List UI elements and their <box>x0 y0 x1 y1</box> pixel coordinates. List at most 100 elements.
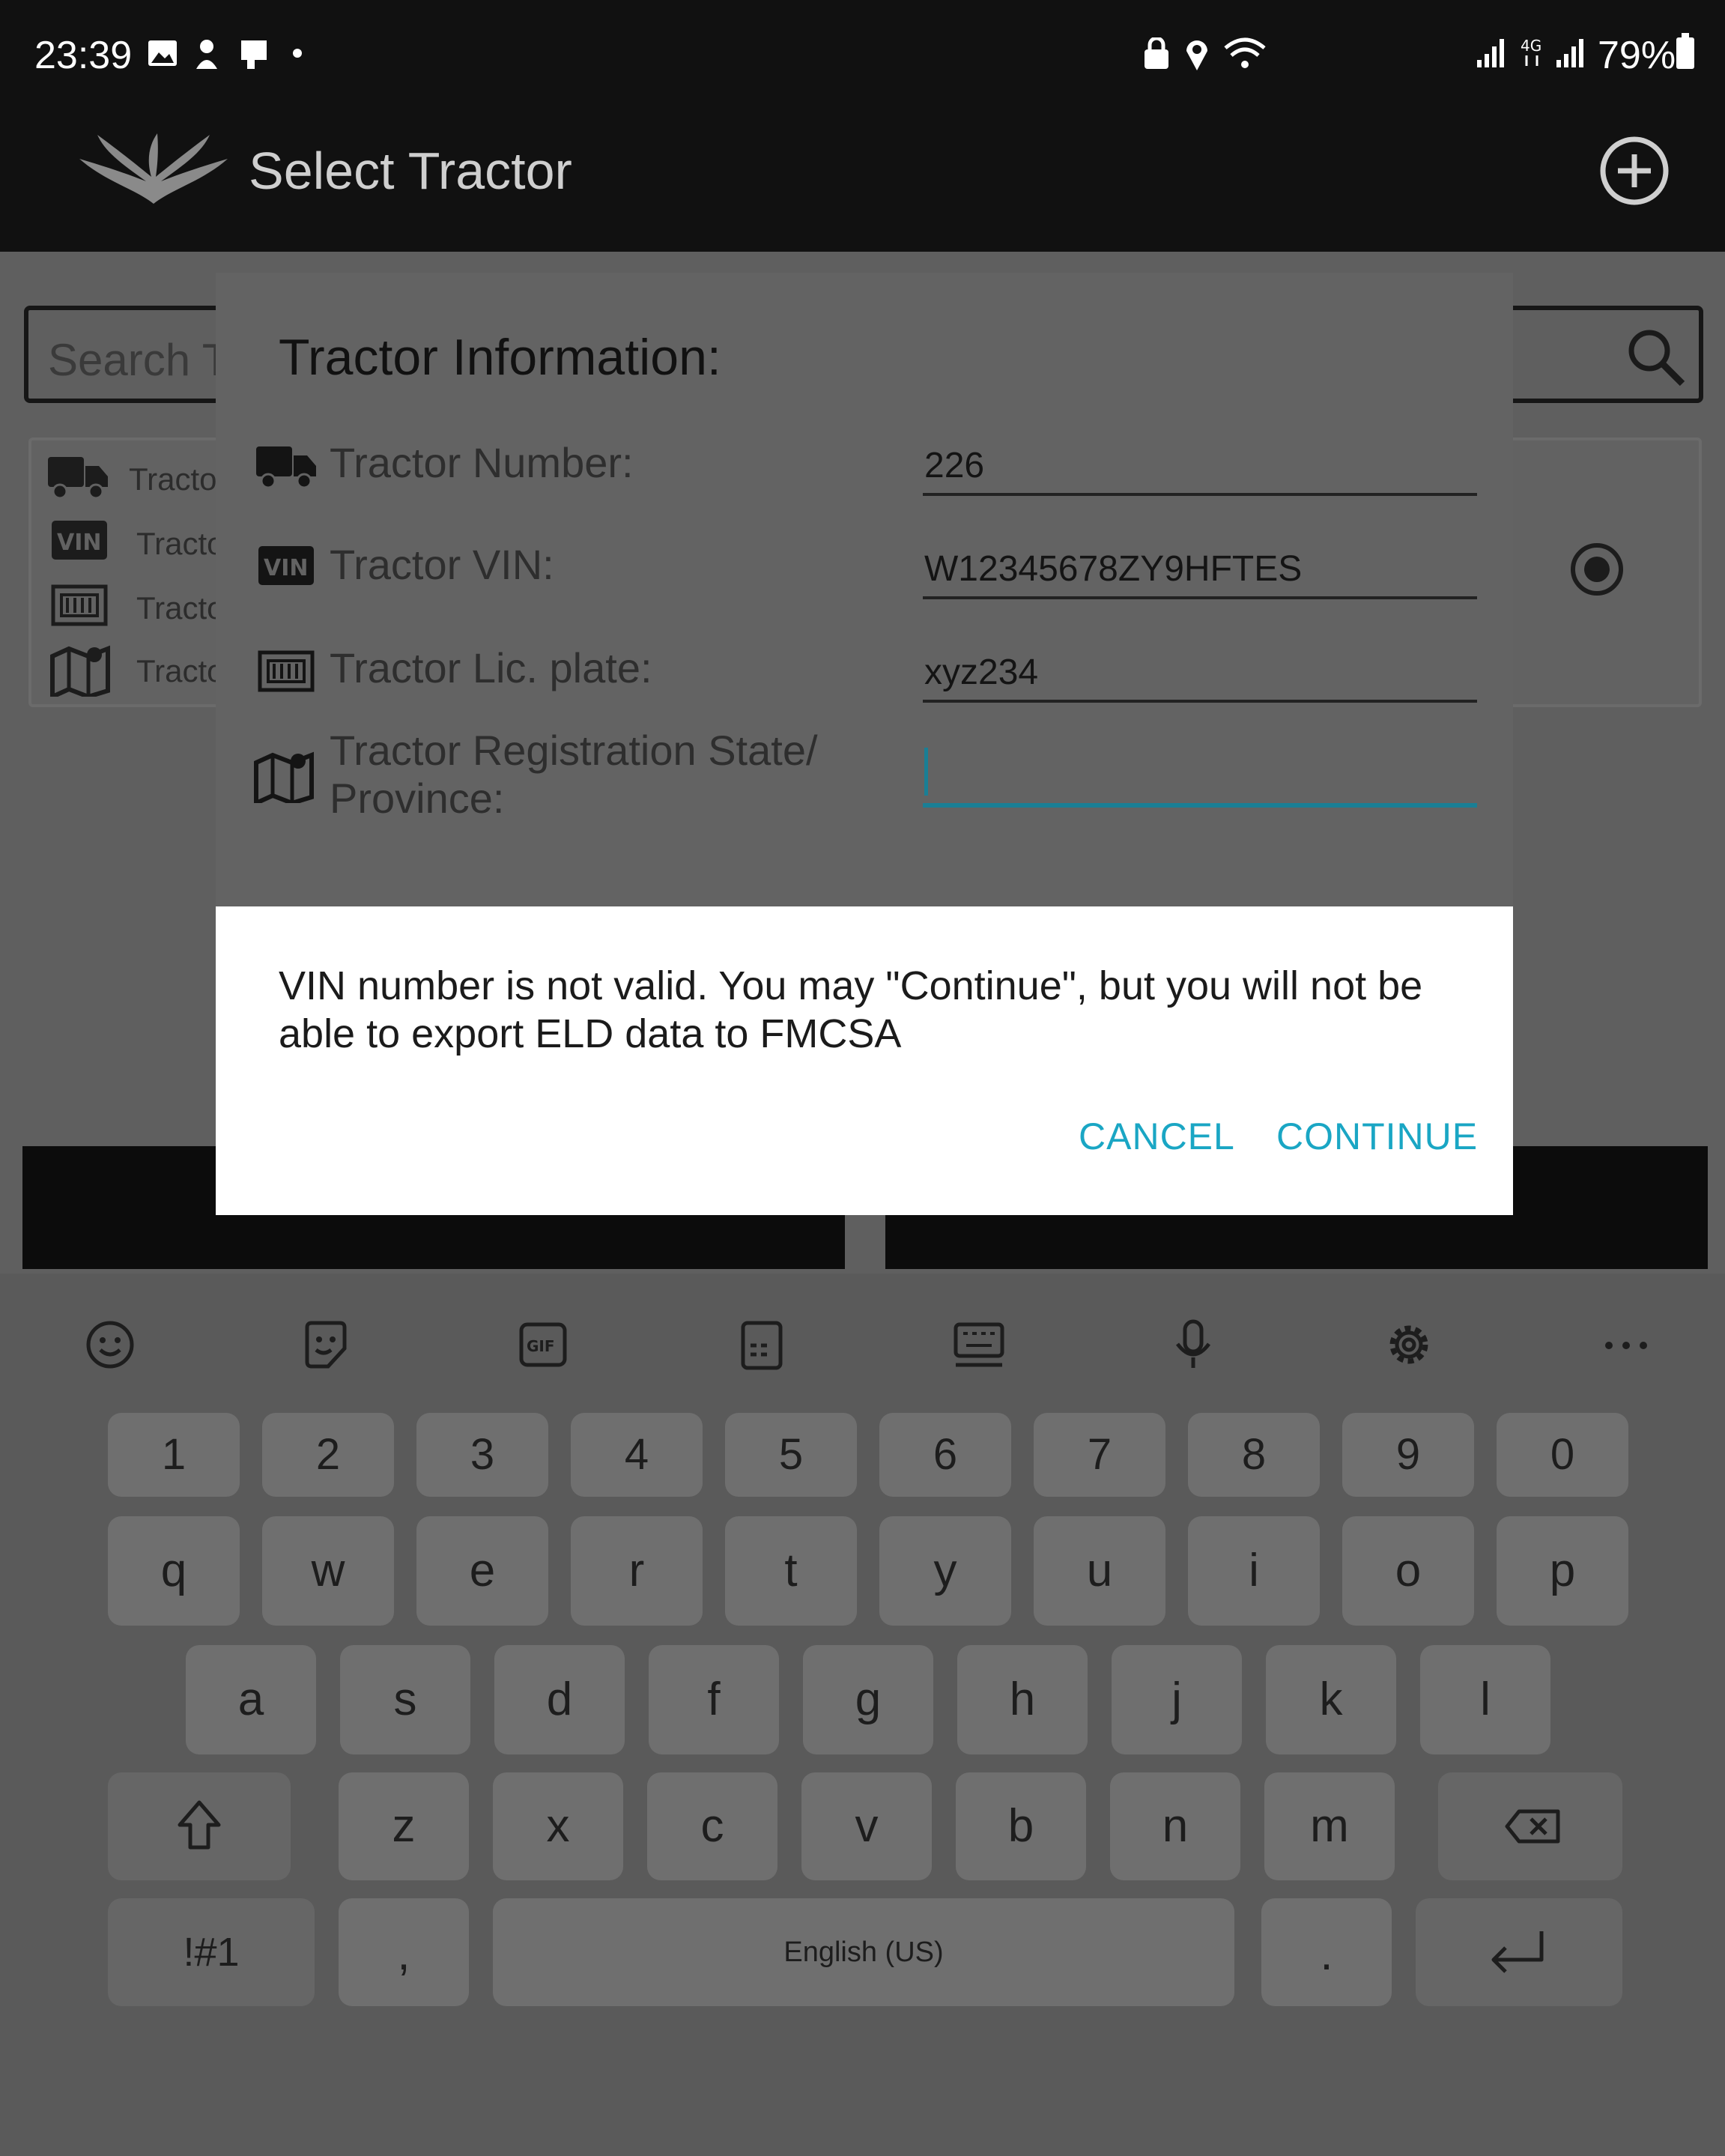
comma-key[interactable]: , <box>339 1898 469 2006</box>
key[interactable]: 3 <box>416 1413 548 1497</box>
key[interactable]: r <box>571 1516 703 1626</box>
key[interactable]: c <box>647 1772 777 1880</box>
map-icon <box>49 643 112 697</box>
vin-icon: VIN <box>51 520 108 560</box>
key[interactable]: y <box>879 1516 1011 1626</box>
settings-gear-icon[interactable] <box>1383 1318 1435 1371</box>
eagle-logo-icon <box>75 129 232 211</box>
tractor-vin-label: Tractor VIN: <box>330 541 554 588</box>
wifi-icon <box>1222 36 1267 70</box>
battery-percent: 79% <box>1598 34 1676 77</box>
key[interactable]: b <box>956 1772 1086 1880</box>
key[interactable]: 1 <box>108 1413 240 1497</box>
tractor-state-underline <box>923 803 1477 808</box>
shift-key[interactable] <box>108 1772 291 1880</box>
search-input[interactable]: Search T <box>48 334 229 386</box>
key[interactable]: m <box>1264 1772 1395 1880</box>
key[interactable]: s <box>340 1645 470 1754</box>
license-plate-icon <box>258 650 315 692</box>
clipboard-icon[interactable] <box>736 1318 788 1371</box>
continue-button[interactable]: CONTINUE <box>1276 1115 1478 1158</box>
tractor-number-underline <box>923 493 1477 496</box>
key[interactable]: o <box>1342 1516 1474 1626</box>
key[interactable]: e <box>416 1516 548 1626</box>
truck-icon <box>46 452 109 500</box>
signal-icon-2 <box>1555 37 1586 69</box>
svg-text:VIN: VIN <box>57 530 102 556</box>
key[interactable]: x <box>493 1772 623 1880</box>
tractor-plate-underline <box>923 700 1477 703</box>
signal-icon <box>1476 37 1507 69</box>
key[interactable]: l <box>1420 1645 1550 1754</box>
key[interactable]: k <box>1266 1645 1396 1754</box>
key[interactable]: w <box>262 1516 394 1626</box>
app-title: Select Tractor <box>249 142 572 200</box>
key[interactable]: p <box>1497 1516 1628 1626</box>
license-plate-icon <box>51 584 108 626</box>
location-icon <box>1183 36 1210 72</box>
add-tractor-button[interactable] <box>1598 135 1670 207</box>
keyboard-mode-icon[interactable] <box>953 1318 1005 1371</box>
key[interactable]: g <box>803 1645 933 1754</box>
tractor-vin-input[interactable]: W12345678ZY9HFTES <box>924 548 1302 590</box>
key[interactable]: d <box>494 1645 625 1754</box>
key[interactable]: q <box>108 1516 240 1626</box>
tractor-vin-underline <box>923 596 1477 599</box>
key[interactable]: i <box>1188 1516 1320 1626</box>
key[interactable]: u <box>1034 1516 1165 1626</box>
alert-message: VIN number is not valid. You may "Contin… <box>279 963 1423 1056</box>
key[interactable]: a <box>186 1645 316 1754</box>
status-time: 23:39 <box>34 34 133 77</box>
svg-text:4G: 4G <box>1521 37 1541 55</box>
key[interactable]: 4 <box>571 1413 703 1497</box>
key[interactable]: 6 <box>879 1413 1011 1497</box>
status-bar: 23:39 4G 79% <box>0 0 1725 112</box>
tractor-state-label-line1: Tractor Registration State/ <box>330 727 818 774</box>
more-notifications-dot-icon <box>292 48 303 58</box>
key[interactable]: 7 <box>1034 1413 1165 1497</box>
device-notification-icon <box>237 37 270 70</box>
key[interactable]: 5 <box>725 1413 857 1497</box>
svg-text:VIN: VIN <box>264 555 309 581</box>
vin-alert-dialog: VIN number is not valid. You may "Contin… <box>216 906 1513 1215</box>
search-icon[interactable] <box>1624 325 1687 388</box>
tractor-number-input[interactable]: 226 <box>924 445 984 486</box>
tractor-state-label-line2: Province: <box>330 775 505 822</box>
space-key[interactable]: English (US) <box>493 1898 1234 2006</box>
lock-icon <box>1143 37 1170 70</box>
key[interactable]: 9 <box>1342 1413 1474 1497</box>
network-4g-icon: 4G <box>1519 36 1546 69</box>
svg-text:GIF: GIF <box>527 1337 555 1355</box>
more-options-icon[interactable] <box>1600 1318 1652 1371</box>
key[interactable]: 8 <box>1188 1413 1320 1497</box>
app-bar: Select Tractor <box>0 112 1725 252</box>
key[interactable]: f <box>649 1645 779 1754</box>
period-key[interactable]: . <box>1261 1898 1392 2006</box>
key[interactable]: j <box>1112 1645 1242 1754</box>
map-icon <box>253 749 316 803</box>
tractor-plate-label: Tractor Lic. plate: <box>330 644 652 691</box>
truck-icon <box>255 442 318 490</box>
tractor-plate-input[interactable]: xyz234 <box>924 652 1038 693</box>
key[interactable]: n <box>1110 1772 1240 1880</box>
backspace-key[interactable] <box>1438 1772 1622 1880</box>
gif-icon[interactable]: GIF <box>517 1318 569 1371</box>
sticker-icon[interactable] <box>300 1318 352 1371</box>
app-notification-icon <box>192 37 222 70</box>
text-cursor <box>924 748 928 796</box>
key[interactable]: h <box>957 1645 1088 1754</box>
symbols-key[interactable]: !#1 <box>108 1898 315 2006</box>
on-screen-keyboard: GIF !#1 , English (US) . 1234567890 qwert… <box>0 1274 1725 2156</box>
key[interactable]: v <box>801 1772 932 1880</box>
key[interactable]: z <box>339 1772 469 1880</box>
cancel-button[interactable]: CANCEL <box>1079 1115 1235 1158</box>
radio-selected-icon[interactable] <box>1567 539 1627 599</box>
vin-icon: VIN <box>258 545 315 586</box>
emoji-icon[interactable] <box>84 1318 136 1371</box>
microphone-icon[interactable] <box>1167 1318 1219 1371</box>
key[interactable]: t <box>725 1516 857 1626</box>
key[interactable]: 2 <box>262 1413 394 1497</box>
tractor-number-label: Tractor Number: <box>330 439 634 486</box>
key[interactable]: 0 <box>1497 1413 1628 1497</box>
enter-key[interactable] <box>1416 1898 1622 2006</box>
